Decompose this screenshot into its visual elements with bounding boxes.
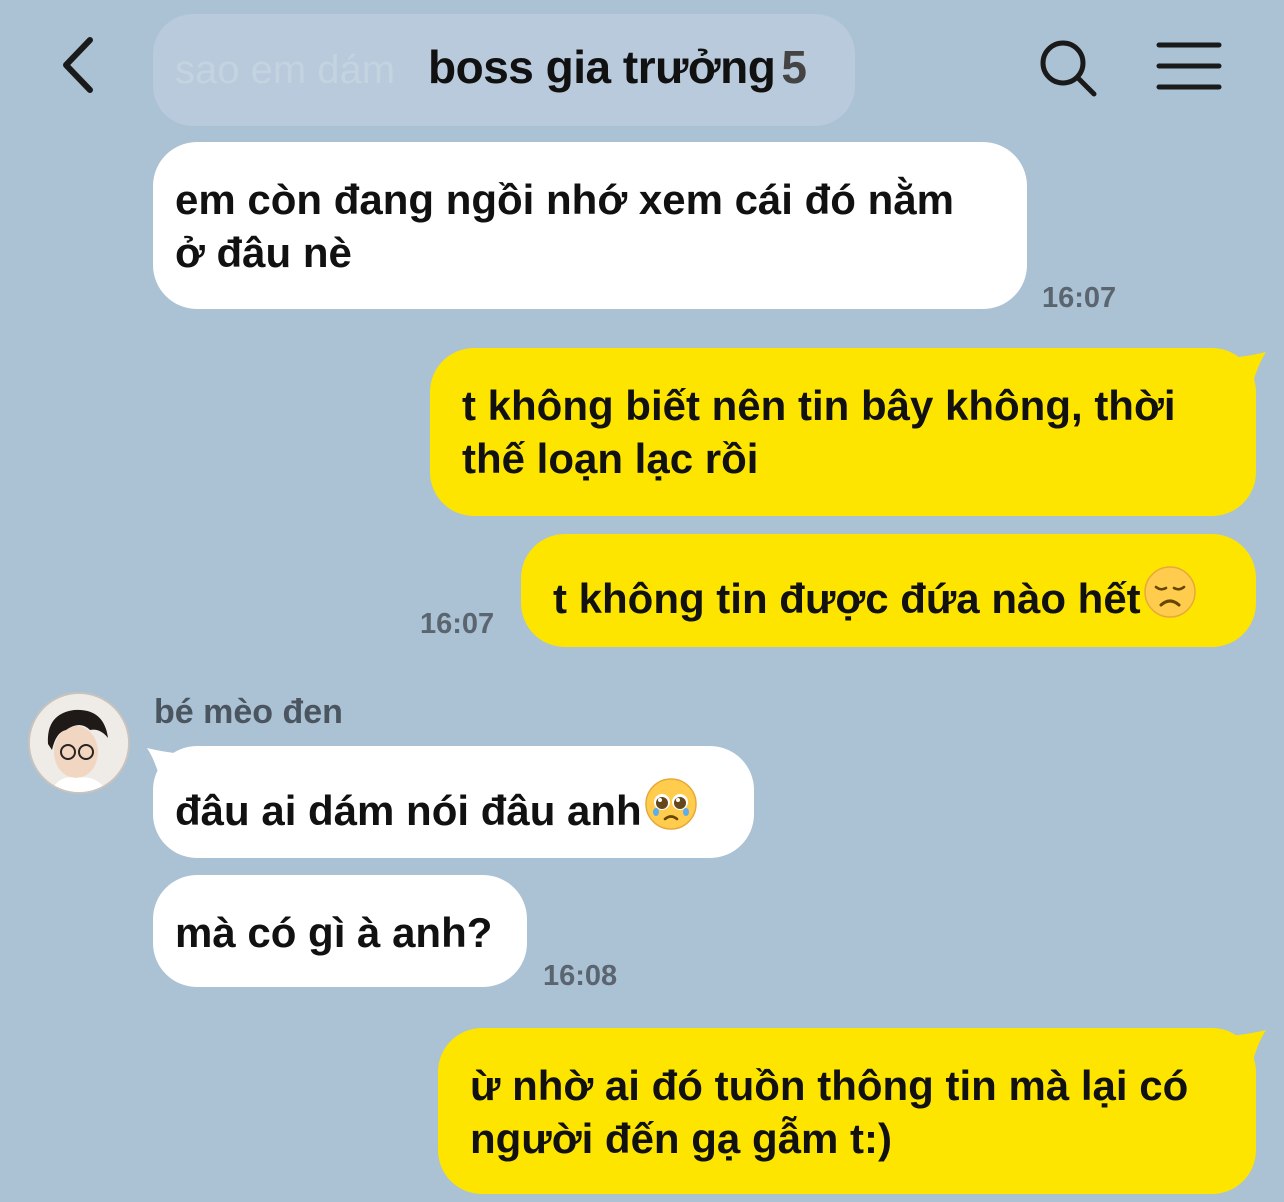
message-bubble-outgoing[interactable]: ừ nhờ ai đó tuồn thông tin mà lại có ngư… <box>438 1028 1256 1194</box>
pleading-face-emoji <box>644 778 697 830</box>
search-icon <box>1040 40 1097 97</box>
message-line: t không biết nên tin bây không, thời <box>462 382 1176 429</box>
faded-message-text: sao em dám <box>175 48 396 92</box>
message-line: ở đâu nè <box>175 229 352 276</box>
message-timestamp: 16:08 <box>543 960 618 992</box>
message-line: em còn đang ngồi nhớ xem cái đó nằm <box>175 176 954 223</box>
hamburger-menu-icon <box>1156 42 1222 90</box>
message-text: đâu ai dám nói đâu anh <box>175 787 642 834</box>
message-line: ừ nhờ ai đó tuồn thông tin mà lại có <box>470 1062 1189 1109</box>
message-bubble-outgoing[interactable]: t không biết nên tin bây không, thời thế… <box>430 348 1256 516</box>
disappointed-face-emoji <box>1143 566 1196 618</box>
message-line: người đến gạ gẫm t:) <box>470 1115 892 1162</box>
search-button[interactable] <box>1036 36 1100 100</box>
message-text: t không tin được đứa nào hết <box>553 575 1141 622</box>
avatar-image <box>30 694 128 792</box>
message-bubble-incoming[interactable]: đâu ai dám nói đâu anh <box>153 746 754 858</box>
message-text: mà có gì à anh? <box>175 909 493 956</box>
message-timestamp: 16:07 <box>1042 282 1117 314</box>
sender-name: bé mèo đen <box>154 693 343 731</box>
message-bubble-incoming[interactable]: mà có gì à anh? <box>153 875 527 987</box>
member-count: 5 <box>781 41 807 93</box>
back-button[interactable] <box>50 30 110 100</box>
chat-title: boss gia trưởng 5 <box>428 40 807 94</box>
menu-button[interactable] <box>1156 40 1222 92</box>
message-bubble-incoming[interactable]: em còn đang ngồi nhớ xem cái đó nằm ở đâ… <box>153 142 1027 309</box>
message-bubble-outgoing[interactable]: t không tin được đứa nào hết <box>521 534 1256 647</box>
message-timestamp: 16:07 <box>420 608 495 640</box>
chat-title-text: boss gia trưởng <box>428 41 776 93</box>
chevron-left-icon <box>63 37 93 93</box>
avatar[interactable] <box>28 692 130 794</box>
message-line: thế loạn lạc rồi <box>462 435 759 482</box>
